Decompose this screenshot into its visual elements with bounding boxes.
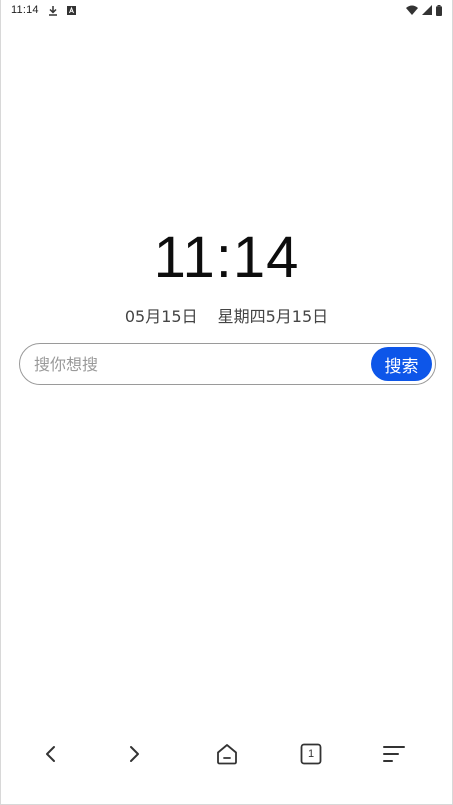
status-time: 11:14 [11, 4, 39, 16]
search-input[interactable] [34, 354, 354, 374]
bottom-nav: 1 [1, 734, 452, 774]
short-date: 05月15日 [124, 307, 198, 326]
tab-count: 1 [307, 748, 315, 760]
signal-icon [422, 5, 432, 15]
home-icon [215, 743, 239, 765]
wifi-icon [406, 5, 418, 15]
search-button[interactable]: 搜索 [371, 347, 432, 381]
status-right [406, 4, 442, 16]
forward-icon [127, 744, 141, 764]
back-icon [44, 744, 58, 764]
menu-icon [382, 744, 406, 764]
text-icon [66, 5, 76, 15]
weekday-date: 星期四5月15日 [217, 307, 329, 326]
status-left: 11:14 [11, 4, 76, 16]
browser-screen: 11:14 11:14 05月15日 星期四5月15日 搜你想搜 搜索 1 [0, 0, 453, 805]
search-bar: 搜索 [19, 343, 436, 385]
date-line: 05月15日 星期四5月15日 [1, 303, 452, 327]
home-button[interactable] [207, 734, 247, 774]
tabs-button[interactable]: 1 [291, 734, 331, 774]
tabs-icon: 1 [300, 743, 322, 765]
back-button[interactable] [31, 734, 71, 774]
forward-button[interactable] [114, 734, 154, 774]
status-bar: 11:14 [1, 0, 452, 20]
clock-display: 11:14 [153, 225, 300, 290]
battery-icon [436, 4, 442, 16]
download-icon [48, 5, 58, 16]
menu-button[interactable] [374, 734, 414, 774]
